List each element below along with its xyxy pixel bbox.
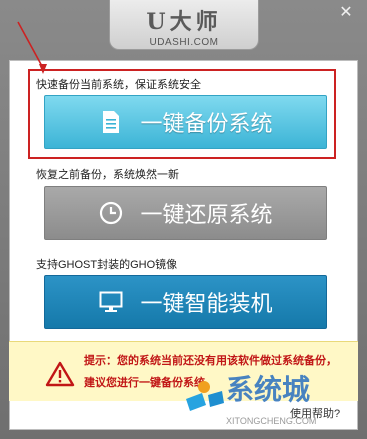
document-icon <box>98 109 124 135</box>
watermark-url: XITONGCHENG.COM <box>226 416 317 426</box>
tip-prefix: 提示： <box>84 355 117 367</box>
install-section-label: 支持GHOST封装的GHO镜像 <box>36 259 178 271</box>
backup-system-button[interactable]: 一键备份系统 <box>44 95 327 149</box>
annotation-arrow-icon <box>17 21 47 74</box>
install-button-label: 一键智能装机 <box>140 292 273 317</box>
smart-install-button[interactable]: 一键智能装机 <box>44 275 327 329</box>
close-button[interactable]: ✕ <box>337 3 355 21</box>
restore-section-label: 恢复之前备份，系统焕然一新 <box>36 169 179 181</box>
warning-icon <box>45 361 75 387</box>
logo-tab: U大师 UDASHI.COM <box>109 0 259 50</box>
watermark-text: 系统城 <box>226 373 311 406</box>
clock-icon <box>98 200 124 226</box>
restore-system-button[interactable]: 一键还原系统 <box>44 186 327 240</box>
restore-button-label: 一键还原系统 <box>140 203 273 228</box>
logo-text: U大师 <box>146 9 222 35</box>
backup-button-label: 一键备份系统 <box>140 112 273 137</box>
logo-url: UDASHI.COM <box>149 37 219 48</box>
monitor-icon <box>98 289 124 315</box>
